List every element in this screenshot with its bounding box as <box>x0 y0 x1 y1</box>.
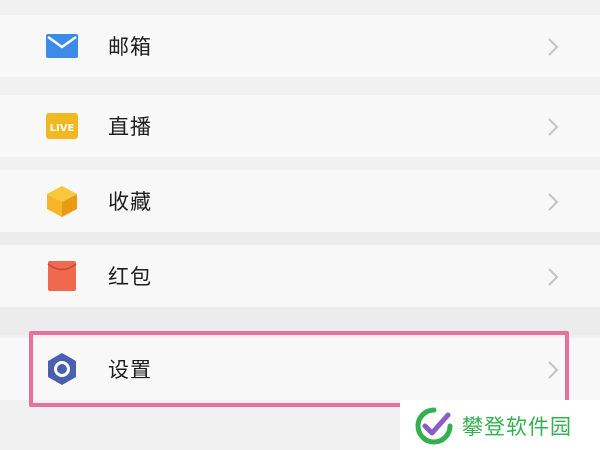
menu-item-live[interactable]: LIVE 直播 <box>0 95 600 157</box>
menu-item-label: 直播 <box>108 115 152 139</box>
menu-item-label: 设置 <box>108 358 152 382</box>
mail-icon <box>46 34 78 58</box>
section-divider <box>0 232 600 245</box>
favorites-cube-icon <box>47 186 77 217</box>
chevron-right-icon <box>548 268 559 286</box>
chevron-right-icon <box>548 361 559 379</box>
check-circle-logo-icon <box>415 407 453 445</box>
chevron-right-icon <box>548 118 559 136</box>
menu-item-label: 红包 <box>108 265 152 289</box>
chevron-right-icon <box>548 38 559 56</box>
menu-item-settings[interactable]: 设置 <box>0 338 600 400</box>
watermark: 攀登软件园 <box>400 400 600 450</box>
section-divider <box>0 307 600 335</box>
watermark-text: 攀登软件园 <box>462 415 572 439</box>
menu-item-favorites[interactable]: 收藏 <box>0 170 600 232</box>
menu-item-label: 收藏 <box>108 190 152 214</box>
menu-item-red-packet[interactable]: 红包 <box>0 245 600 307</box>
settings-hexagon-icon <box>48 353 76 385</box>
menu-item-label: 邮箱 <box>108 35 152 59</box>
live-icon: LIVE <box>46 113 78 139</box>
chevron-right-icon <box>548 193 559 211</box>
menu-item-mail[interactable]: 邮箱 <box>0 15 600 77</box>
live-badge-text: LIVE <box>50 123 75 134</box>
red-packet-icon <box>47 261 77 291</box>
